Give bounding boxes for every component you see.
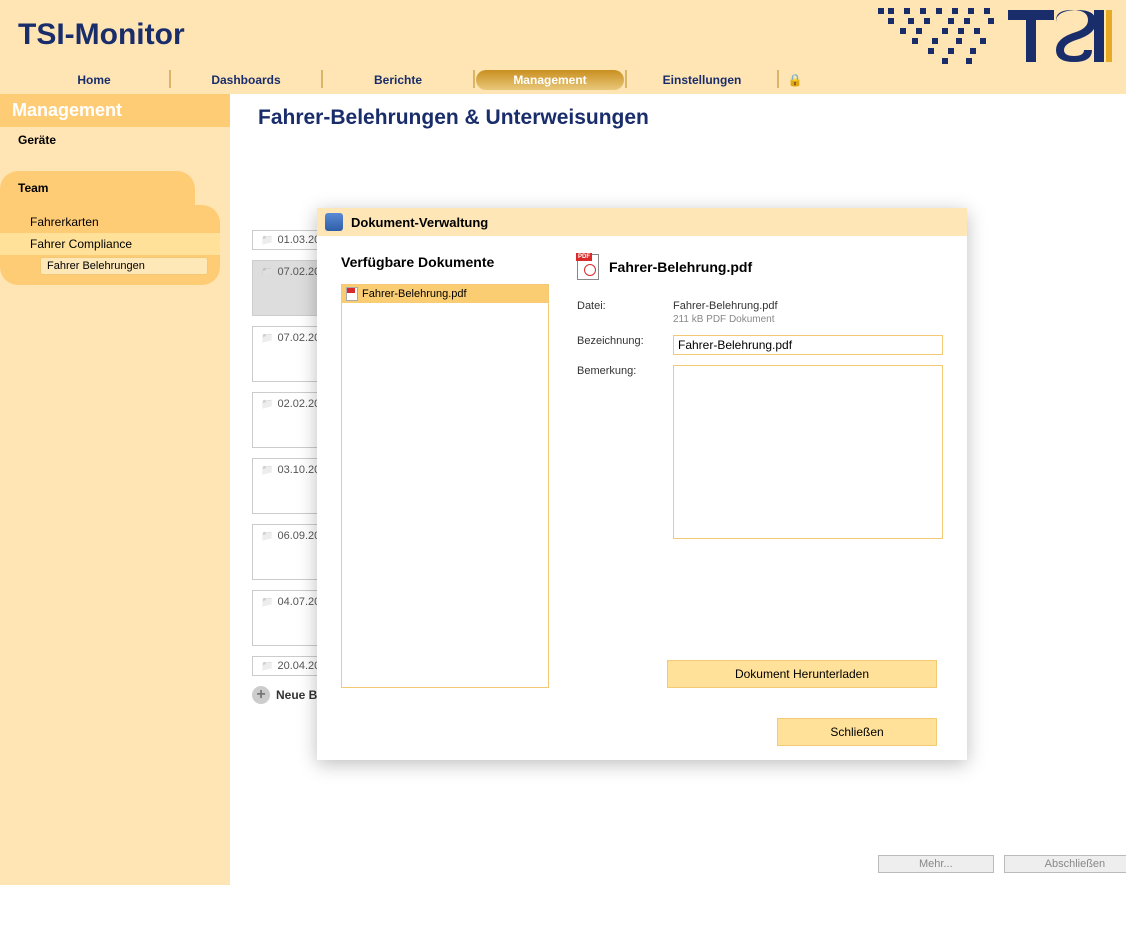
- folder-icon: [261, 332, 273, 344]
- pdf-icon: [346, 287, 358, 301]
- sidebar: Management Geräte Team Fahrerkarten Fahr…: [0, 94, 230, 885]
- app-header: TSI-Monitor: [0, 0, 1126, 70]
- download-button[interactable]: Dokument Herunterladen: [667, 660, 937, 688]
- document-list: Fahrer-Belehrung.pdf: [341, 284, 549, 688]
- finalize-button[interactable]: Abschließen: [1004, 855, 1126, 873]
- modal-title: Dokument-Verwaltung: [351, 215, 488, 230]
- folder-icon: [261, 398, 273, 410]
- nav-home[interactable]: Home: [20, 70, 168, 90]
- folder-icon: [261, 530, 273, 542]
- sidebar-item-compliance[interactable]: Fahrer Compliance: [0, 233, 220, 255]
- folder-icon: [261, 464, 273, 476]
- pdf-large-icon: [577, 254, 599, 280]
- lock-icon[interactable]: 🔒: [780, 70, 810, 94]
- sidebar-item-team[interactable]: Team: [0, 171, 195, 205]
- available-documents-column: Verfügbare Dokumente Fahrer-Belehrung.pd…: [341, 254, 549, 688]
- file-value: Fahrer-Belehrung.pdf 211 kB PDF Dokument: [673, 300, 943, 325]
- available-docs-title: Verfügbare Dokumente: [341, 254, 549, 270]
- main-nav: Home Dashboards Berichte Management Eins…: [0, 70, 1126, 94]
- document-item[interactable]: Fahrer-Belehrung.pdf: [342, 285, 548, 303]
- nav-management[interactable]: Management: [476, 70, 624, 90]
- remark-label: Bemerkung:: [577, 365, 673, 539]
- more-button[interactable]: Mehr...: [878, 855, 994, 873]
- bottom-actions: Mehr... Abschließen: [878, 855, 1126, 873]
- designation-input[interactable]: [673, 335, 943, 355]
- brand-logo: [878, 4, 1118, 69]
- sidebar-section-header: Management: [0, 94, 230, 127]
- page-title: Fahrer-Belehrungen & Unterweisungen: [258, 106, 1126, 130]
- nav-dashboards[interactable]: Dashboards: [172, 70, 320, 90]
- modal-header: Dokument-Verwaltung: [317, 208, 967, 236]
- plus-icon: +: [252, 686, 270, 704]
- sidebar-team-group: Fahrerkarten Fahrer Compliance Fahrer Be…: [0, 205, 220, 285]
- document-name-header: Fahrer-Belehrung.pdf: [577, 254, 943, 280]
- close-button[interactable]: Schließen: [777, 718, 937, 746]
- remark-textarea[interactable]: [673, 365, 943, 539]
- app-title: TSI-Monitor: [18, 18, 185, 52]
- sidebar-item-belehrungen[interactable]: Fahrer Belehrungen: [40, 257, 208, 275]
- document-details-column: Fahrer-Belehrung.pdf Datei: Fahrer-Beleh…: [577, 254, 943, 688]
- document-management-modal: Dokument-Verwaltung Verfügbare Dokumente…: [317, 208, 967, 760]
- nav-settings[interactable]: Einstellungen: [628, 70, 776, 90]
- file-label: Datei:: [577, 300, 673, 325]
- sidebar-item-devices[interactable]: Geräte: [0, 127, 230, 153]
- designation-label: Bezeichnung:: [577, 335, 673, 355]
- sidebar-item-fahrerkarten[interactable]: Fahrerkarten: [0, 211, 220, 233]
- folder-icon: [261, 234, 273, 246]
- database-icon: [325, 213, 343, 231]
- folder-icon: [261, 660, 273, 672]
- folder-icon: [261, 266, 273, 278]
- nav-reports[interactable]: Berichte: [324, 70, 472, 90]
- folder-icon: [261, 596, 273, 608]
